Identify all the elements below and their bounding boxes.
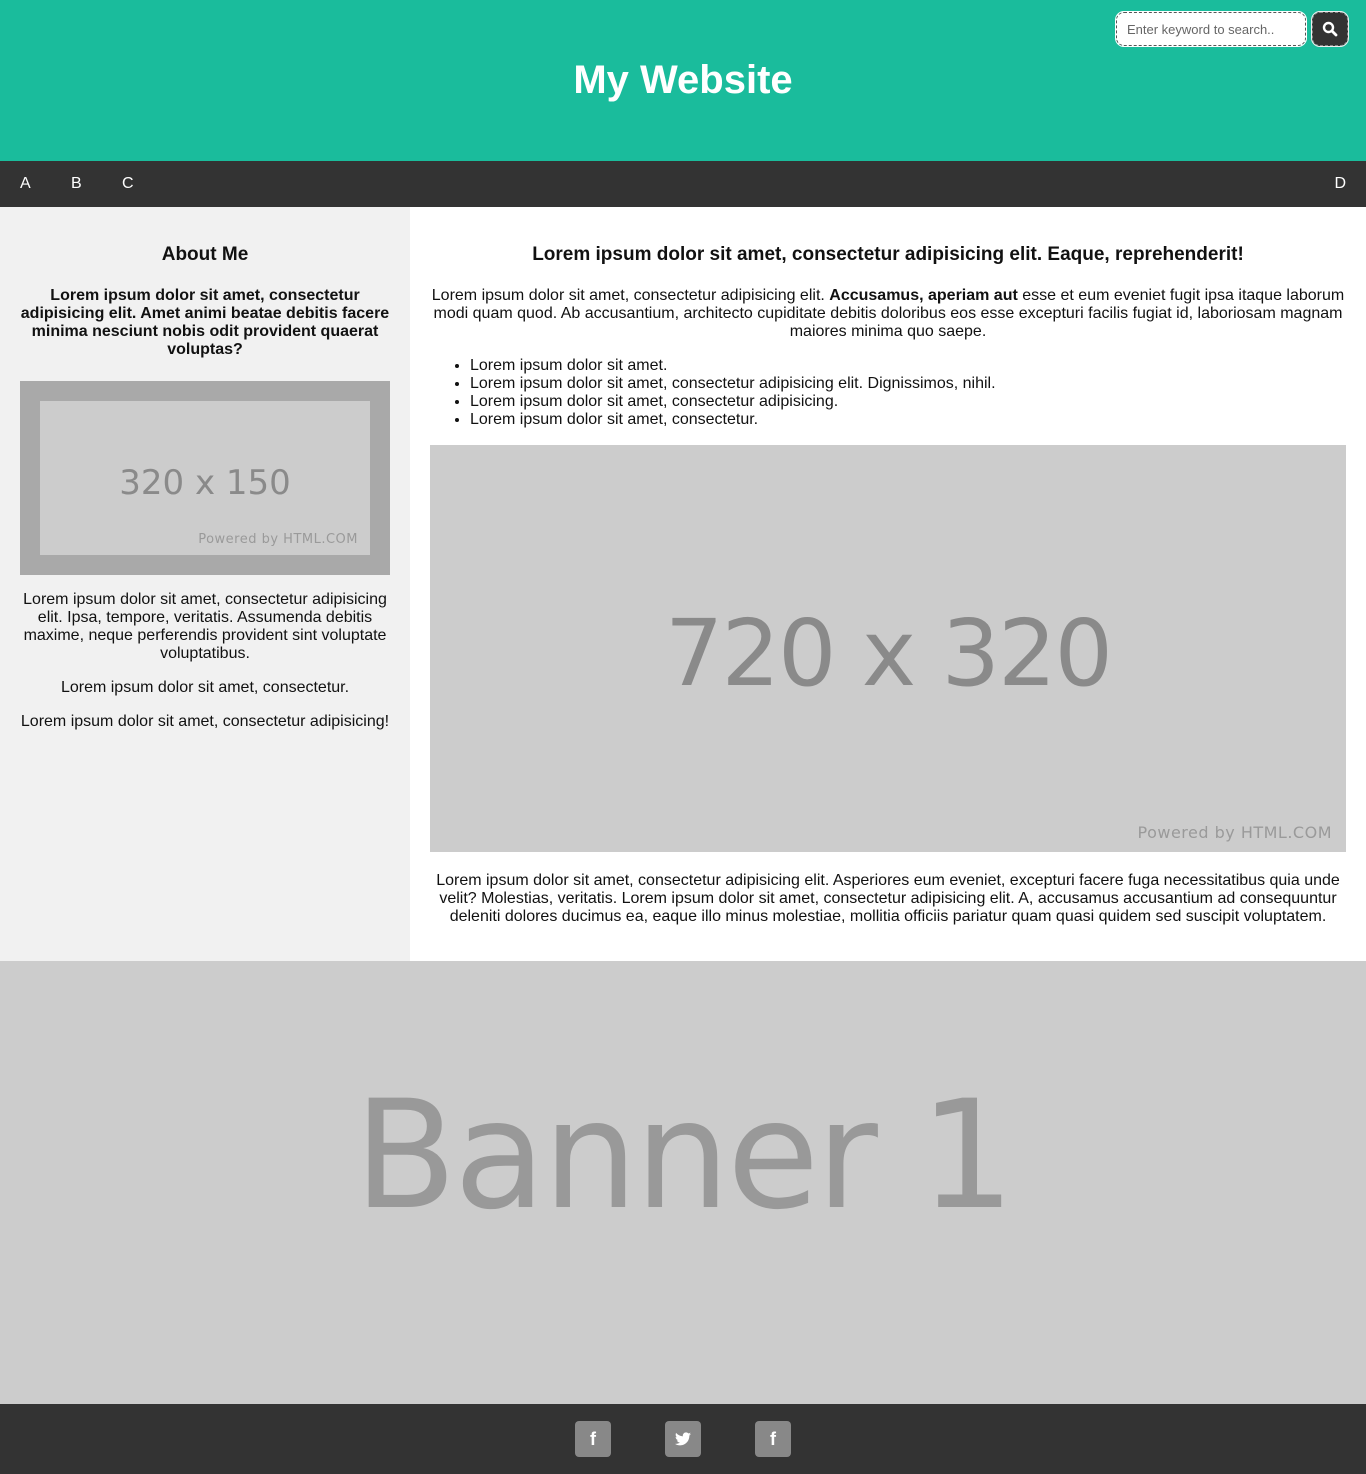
main-closing: Lorem ipsum dolor sit amet, consectetur …	[436, 872, 1340, 925]
facebook-icon: f	[590, 1428, 596, 1449]
banner: Banner 1	[0, 961, 1366, 1404]
nav-link-d[interactable]: D	[1334, 161, 1346, 207]
sidebar-subheading: Lorem ipsum dolor sit amet, consectetur …	[20, 287, 390, 358]
nav-link-b[interactable]: B	[51, 161, 102, 207]
site-title: My Website	[573, 58, 793, 102]
site-header: My Website	[0, 0, 1366, 161]
main-list: Lorem ipsum dolor sit amet. Lorem ipsum …	[430, 357, 1346, 429]
facebook-icon: f	[770, 1428, 776, 1449]
list-item: Lorem ipsum dolor sit amet.	[470, 357, 1346, 375]
intro-text-start: Lorem ipsum dolor sit amet, consectetur …	[431, 287, 830, 304]
search-button[interactable]	[1311, 11, 1349, 47]
sidebar-paragraph-2: Lorem ipsum dolor sit amet, consectetur.	[60, 679, 350, 696]
search-input[interactable]	[1115, 11, 1307, 47]
banner-label: Banner 1	[353, 1069, 1015, 1243]
search-bar	[1115, 11, 1349, 47]
top-nav: A B C D	[0, 161, 1366, 207]
list-item: Lorem ipsum dolor sit amet, consectetur …	[470, 375, 1346, 393]
main-heading: Lorem ipsum dolor sit amet, consectetur …	[532, 244, 1244, 265]
sidebar: About Me Lorem ipsum dolor sit amet, con…	[0, 207, 410, 961]
nav-link-a[interactable]: A	[0, 161, 51, 207]
main-image-powered: Powered by HTML.COM	[1137, 823, 1332, 842]
nav-right-group: D	[1334, 161, 1346, 207]
content-row: About Me Lorem ipsum dolor sit amet, con…	[0, 207, 1366, 961]
nav-link-c[interactable]: C	[102, 161, 153, 207]
list-item: Lorem ipsum dolor sit amet, consectetur.	[470, 411, 1346, 429]
sidebar-paragraph-1: Lorem ipsum dolor sit amet, consectetur …	[23, 591, 387, 662]
facebook-button[interactable]: f	[575, 1421, 611, 1457]
sidebar-image-inner: 320 x 150 Powered by HTML.COM	[40, 401, 370, 555]
search-icon	[1322, 21, 1338, 37]
intro-text-bold: Accusamus, aperiam aut	[829, 287, 1018, 304]
main-intro: Lorem ipsum dolor sit amet, consectetur …	[430, 287, 1346, 341]
main-content: Lorem ipsum dolor sit amet, consectetur …	[410, 207, 1366, 961]
twitter-icon	[675, 1432, 691, 1446]
sidebar-image-label: 320 x 150	[119, 463, 291, 503]
nav-left-group: A B C	[0, 161, 153, 207]
main-image: 720 x 320 Powered by HTML.COM	[430, 445, 1346, 852]
site-footer: f f	[0, 1404, 1366, 1474]
sidebar-image: 320 x 150 Powered by HTML.COM	[20, 381, 390, 575]
facebook-button[interactable]: f	[755, 1421, 791, 1457]
sidebar-heading: About Me	[161, 244, 249, 265]
list-item: Lorem ipsum dolor sit amet, consectetur …	[470, 393, 1346, 411]
main-image-label: 720 x 320	[664, 600, 1113, 707]
sidebar-image-powered: Powered by HTML.COM	[198, 532, 358, 547]
twitter-button[interactable]	[665, 1421, 701, 1457]
sidebar-paragraph-3: Lorem ipsum dolor sit amet, consectetur …	[20, 713, 390, 730]
